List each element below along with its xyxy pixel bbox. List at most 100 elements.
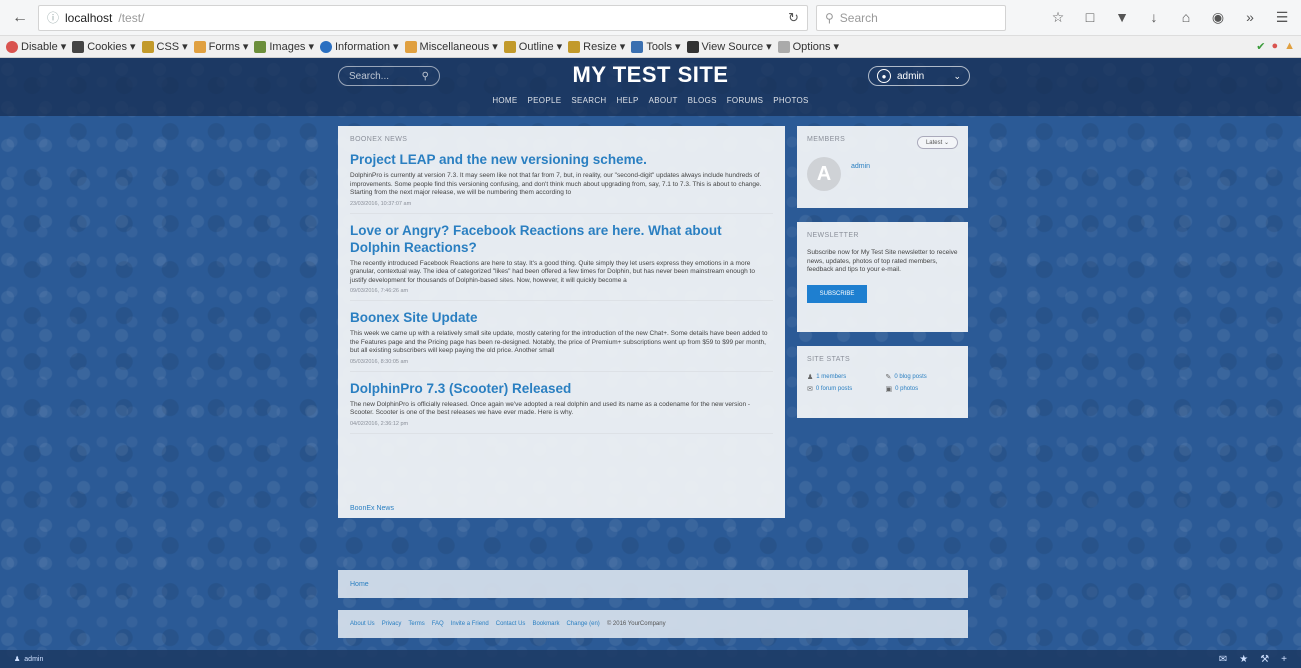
footer-link-contact[interactable]: Contact Us: [496, 621, 526, 627]
home-icon[interactable]: ⌂: [1178, 9, 1194, 26]
back-icon[interactable]: ←: [8, 6, 32, 30]
member-item: A admin: [807, 157, 958, 191]
breadcrumb: Home: [338, 570, 968, 598]
breadcrumb-home[interactable]: Home: [350, 581, 369, 588]
stat-blog-posts[interactable]: ✎ 0 blog posts: [886, 373, 959, 381]
site-header: Search... ⚲ MY TEST SITE HOME PEOPLE SEA…: [0, 58, 1301, 116]
notifications-icon[interactable]: ★: [1239, 654, 1248, 665]
post-title[interactable]: DolphinPro 7.3 (Scooter) Released: [350, 380, 773, 397]
site-title[interactable]: MY TEST SITE: [0, 62, 1301, 88]
site-stats-panel: SITE STATS ♟ 1 members ✎ 0 blog posts ✉ 0 f…: [797, 346, 968, 418]
members-filter-dropdown[interactable]: Latest ⌄: [916, 136, 958, 149]
nav-item-help[interactable]: HELP: [617, 96, 639, 105]
devbar-item-css[interactable]: CSS ▾: [141, 40, 188, 53]
check-icon: ✔: [1256, 41, 1266, 53]
footer-link-faq[interactable]: FAQ: [432, 621, 444, 627]
devbar-status: ✔ ● ▲: [1256, 40, 1295, 53]
stat-members[interactable]: ♟ 1 members: [807, 373, 880, 381]
menu-icon[interactable]: ☰: [1274, 9, 1290, 26]
devbar-item-images[interactable]: Images ▾: [254, 40, 314, 53]
devbar-item-outline[interactable]: Outline ▾: [503, 40, 562, 53]
news-post: Love or Angry? Facebook Reactions are he…: [350, 222, 773, 301]
nav-item-forums[interactable]: FORUMS: [727, 96, 763, 105]
devbar-item-disable[interactable]: Disable ▾: [6, 40, 66, 53]
user-icon: ●: [877, 69, 891, 83]
browser-search-input[interactable]: ⚲ Search: [816, 4, 1006, 31]
error-icon: ●: [1271, 40, 1279, 52]
post-date: 09/03/2016, 7:46:26 am: [350, 288, 409, 294]
stat-forum-posts[interactable]: ✉ 0 forum posts: [807, 385, 880, 393]
nav-item-photos[interactable]: PHOTOS: [773, 96, 808, 105]
footer-link-language[interactable]: Change (en): [566, 621, 599, 627]
post-body: This week we came up with a relatively s…: [350, 330, 768, 354]
post-body: DolphinPro is currently at version 7.3. …: [350, 172, 762, 196]
footer-link-terms[interactable]: Terms: [408, 621, 424, 627]
devbar-item-tools[interactable]: Tools ▾: [631, 40, 681, 53]
nav-item-blogs[interactable]: BLOGS: [688, 96, 717, 105]
devbar-item-view-source[interactable]: View Source ▾: [686, 40, 772, 53]
devbar-item-cookies[interactable]: Cookies ▾: [72, 40, 136, 53]
subscribe-button[interactable]: SUBSCRIBE: [807, 284, 867, 303]
site-page: Search... ⚲ MY TEST SITE HOME PEOPLE SEA…: [0, 58, 1301, 668]
bottom-actions: ✉ ★ ⚒ +: [1219, 654, 1287, 665]
post-title[interactable]: Project LEAP and the new versioning sche…: [350, 151, 773, 168]
account-menu-button[interactable]: ● admin ⌄: [868, 66, 970, 86]
site-nav: HOME PEOPLE SEARCH HELP ABOUT BLOGS FORU…: [0, 96, 1301, 105]
bookmark-star-icon[interactable]: ☆: [1050, 9, 1066, 26]
footer: About Us Privacy Terms FAQ Invite a Frie…: [338, 610, 968, 638]
devbar-item-options[interactable]: Options ▾: [777, 40, 839, 53]
footer-link-invite[interactable]: Invite a Friend: [451, 621, 489, 627]
browser-toolbar: ← ⓘ localhost/test/ ↻ ⚲ Search ☆ □ ▼ ↓ ⌂…: [0, 0, 1301, 36]
toolbar-icons: ☆ □ ▼ ↓ ⌂ ◉ » ☰: [1050, 9, 1290, 26]
post-date: 23/03/2016, 10:37:07 am: [350, 200, 412, 207]
footer-link-about[interactable]: About Us: [350, 621, 375, 627]
mail-icon[interactable]: ✉: [1219, 654, 1227, 665]
info-icon[interactable]: ⓘ: [47, 9, 59, 26]
reload-icon[interactable]: ↻: [788, 10, 799, 26]
post-body: The new DolphinPro is officially release…: [350, 400, 751, 417]
images-icon: [254, 40, 267, 53]
news-post: DolphinPro 7.3 (Scooter) Released The ne…: [350, 380, 773, 434]
reading-list-icon[interactable]: □: [1082, 9, 1098, 26]
devbar-item-miscellaneous[interactable]: Miscellaneous ▾: [404, 40, 498, 53]
resize-icon: [568, 40, 581, 53]
forms-icon: [193, 40, 206, 53]
nav-item-search[interactable]: SEARCH: [571, 96, 606, 105]
devbar-item-forms[interactable]: Forms ▾: [193, 40, 248, 53]
add-icon[interactable]: +: [1281, 654, 1287, 665]
nav-item-home[interactable]: HOME: [492, 96, 517, 105]
tools-icon: [631, 40, 644, 53]
pocket-icon[interactable]: ▼: [1114, 9, 1130, 26]
member-name[interactable]: admin: [851, 163, 870, 191]
photo-icon: ▣: [885, 386, 893, 393]
nav-item-people[interactable]: PEOPLE: [528, 96, 562, 105]
post-title[interactable]: Love or Angry? Facebook Reactions are he…: [350, 222, 773, 256]
newsletter-label: NEWSLETTER: [807, 232, 859, 239]
devbar-item-resize[interactable]: Resize ▾: [568, 40, 625, 53]
url-host: localhost: [65, 10, 113, 25]
stats-grid: ♟ 1 members ✎ 0 blog posts ✉ 0 forum posts …: [807, 373, 958, 393]
wrench-icon[interactable]: ⚒: [1260, 654, 1269, 665]
blog-icon: ✎: [885, 374, 892, 381]
extension-icon[interactable]: ◉: [1210, 9, 1226, 26]
news-post: Boonex Site Update This week we came up …: [350, 309, 773, 372]
devbar-item-information[interactable]: Information ▾: [319, 40, 399, 53]
bottom-user-name[interactable]: admin: [24, 656, 43, 663]
avatar[interactable]: A: [807, 157, 841, 191]
news-panel: BOONEX NEWS Project LEAP and the new ver…: [338, 126, 785, 518]
post-date: 05/03/2016, 8:30:05 am: [350, 358, 409, 365]
overflow-icon[interactable]: »: [1242, 9, 1258, 26]
stat-photos[interactable]: ▣ 0 photos: [886, 385, 959, 393]
url-path: /test/: [118, 10, 145, 25]
download-icon[interactable]: ↓: [1146, 9, 1162, 26]
bottom-user-bar: ♟ admin ✉ ★ ⚒ +: [0, 650, 1301, 668]
boonex-news-link[interactable]: BoonEx News: [350, 505, 394, 512]
news-label: BOONEX NEWS: [350, 136, 408, 143]
footer-link-privacy[interactable]: Privacy: [382, 621, 402, 627]
view-source-icon: [686, 40, 699, 53]
account-name: admin: [897, 70, 925, 82]
address-bar[interactable]: ⓘ localhost/test/ ↻: [38, 4, 808, 31]
footer-link-bookmark[interactable]: Bookmark: [532, 621, 559, 627]
nav-item-about[interactable]: ABOUT: [649, 96, 678, 105]
post-title[interactable]: Boonex Site Update: [350, 309, 773, 326]
